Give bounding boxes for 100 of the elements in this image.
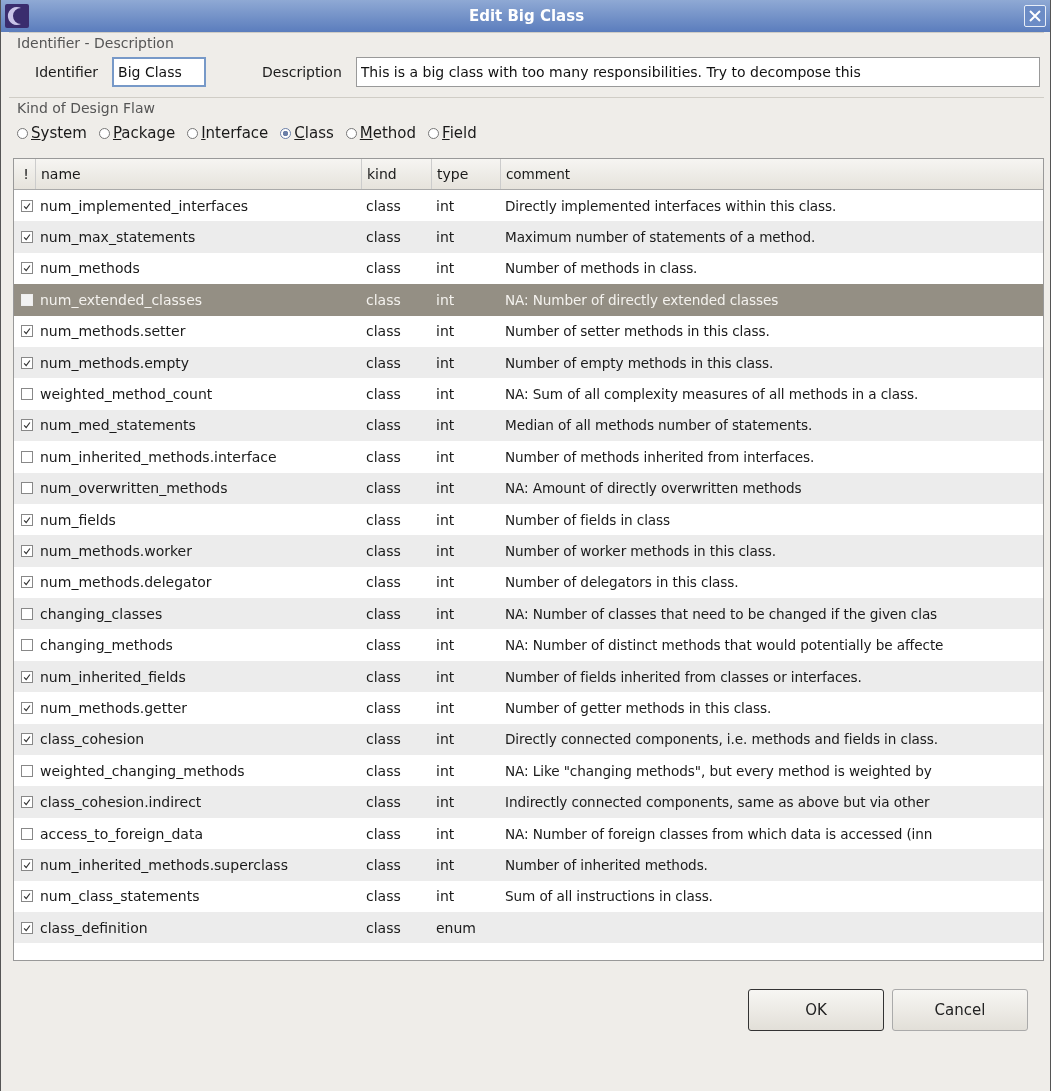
table-cell-text: class — [365, 511, 402, 528]
description-field[interactable]: This is a big class with too many responsibilities. Try to decompose this — [355, 57, 1040, 87]
table-cell-text: changing_methods — [39, 637, 174, 654]
table-cell-text: num_methods.delegator — [39, 574, 213, 591]
checkbox[interactable] — [20, 325, 33, 338]
checkbox[interactable] — [20, 701, 33, 714]
radio-label[interactable]: Field — [442, 124, 477, 142]
table-cell-text: num_med_statements — [39, 417, 197, 434]
table-cell-text: Number of methods in class. — [504, 260, 699, 277]
table-cell-text: class — [365, 260, 402, 277]
table-row[interactable]: num_max_statements class int Maximum number of statements of a method. — [14, 221, 1043, 253]
checkbox[interactable] — [20, 419, 33, 432]
table-cell-text: int — [435, 699, 456, 716]
table-row[interactable]: class_cohesion.indirect class int Indirectly connected components, same as above but via other — [14, 786, 1043, 818]
radio-button[interactable] — [345, 127, 357, 139]
table-cell-text: NA: Number of directly extended classes — [504, 291, 780, 308]
table-cell-text: int — [435, 480, 456, 497]
table-cell-text: num_methods.worker — [39, 543, 193, 559]
table-row[interactable]: num_med_statements class int Median of all methods number of statements. — [14, 409, 1043, 442]
checkbox[interactable] — [20, 482, 33, 495]
table-cell-text: int — [435, 825, 456, 842]
close-button[interactable] — [1024, 5, 1046, 27]
checkbox[interactable] — [20, 764, 33, 777]
checkbox[interactable] — [20, 545, 33, 557]
table-cell-text: class — [365, 856, 402, 873]
column-header[interactable]: kind — [362, 159, 432, 189]
table-row[interactable]: num_methods.empty class int Number of empty methods in this class. — [14, 346, 1043, 379]
table-cell-text: class — [365, 480, 402, 497]
radio-button[interactable] — [280, 127, 292, 139]
checkbox[interactable] — [20, 796, 33, 809]
table-cell-text: Number of fields inherited from classes or interfaces. — [504, 668, 863, 685]
checkbox[interactable] — [20, 356, 33, 369]
checkbox[interactable] — [20, 733, 33, 746]
table-cell-text: int — [435, 511, 456, 528]
checkbox[interactable] — [20, 607, 33, 620]
table-cell-text: num_overwritten_methods — [39, 480, 229, 497]
table-row[interactable]: class_cohesion class int Directly connected components, i.e. methods and fields in class. — [14, 723, 1043, 756]
table-cell-text: num_class_statements — [39, 888, 201, 905]
checkbox[interactable] — [20, 890, 33, 903]
checkbox[interactable] — [20, 670, 33, 683]
checkbox[interactable] — [20, 858, 33, 871]
column-header[interactable]: comment — [501, 159, 1043, 189]
radio-button[interactable] — [98, 127, 110, 139]
checkbox[interactable] — [20, 231, 33, 244]
dialog-button[interactable]: Cancel — [892, 989, 1028, 1031]
table-cell-text: NA: Sum of all complexity measures of all methods in a class. — [504, 386, 920, 403]
table-cell-text: class — [365, 762, 402, 779]
column-header[interactable]: type — [432, 159, 501, 189]
table-cell-text: Sum of all instructions in class. — [504, 888, 714, 905]
checkbox[interactable] — [20, 199, 33, 212]
group-title: Kind of Design Flaw — [17, 100, 155, 116]
table-cell-text: int — [435, 574, 456, 591]
radio-label[interactable]: Class — [294, 124, 334, 142]
table-row[interactable]: class_definition class enum — [14, 912, 1043, 944]
group-title: Identifier - Description — [17, 35, 174, 51]
dialog-button[interactable]: OK — [748, 989, 884, 1031]
radio-label[interactable]: System — [31, 124, 87, 142]
close-icon[interactable] — [1029, 10, 1041, 22]
table-cell-text: class — [365, 417, 402, 434]
checkbox[interactable] — [20, 827, 33, 840]
checkbox[interactable] — [20, 513, 33, 526]
column-header[interactable]: ! — [14, 159, 36, 189]
table-cell-text: int — [435, 762, 456, 779]
checkbox[interactable] — [20, 921, 33, 934]
table-cell-text: Number of getter methods in this class. — [504, 699, 773, 716]
table-cell-text: class — [365, 731, 402, 748]
table-row[interactable]: num_inherited_fields class int Number of fields inherited from classes or interfaces. — [14, 660, 1043, 693]
table-cell-text: NA: Number of classes that need to be changed if the given clas — [504, 605, 939, 622]
table-row[interactable]: changing_classes class int NA: Number of classes that need to be changed if the given clas — [14, 598, 1043, 630]
table-cell-text: class_cohesion.indirect — [39, 794, 203, 811]
checkbox[interactable] — [20, 388, 33, 401]
radio-button[interactable] — [428, 127, 440, 139]
radio-label[interactable]: Interface — [201, 124, 269, 142]
table-cell-text: int — [435, 291, 456, 308]
radio-label[interactable]: Method — [359, 124, 417, 142]
table-cell-text: int — [435, 731, 456, 748]
identifier-field[interactable]: Big Class — [112, 57, 207, 87]
table-cell-text: class — [365, 386, 402, 403]
table-cell-text: class — [365, 668, 402, 685]
table-cell-text: num_methods — [39, 260, 141, 277]
checkbox[interactable] — [20, 262, 33, 275]
checkbox[interactable] — [20, 639, 33, 652]
radio-button[interactable] — [187, 127, 199, 139]
table-cell-text: NA: Amount of directly overwritten methods — [504, 480, 803, 497]
table-cell-text: int — [435, 260, 456, 277]
table-cell-text: Indirectly connected components, same as above but via other — [504, 794, 931, 811]
table-cell-text: num_methods.getter — [39, 699, 189, 716]
radio-button[interactable] — [17, 127, 28, 139]
table-cell-text: int — [435, 197, 456, 214]
table-cell-text: num_implemented_interfaces — [39, 197, 250, 214]
window-title: Edit Big Class — [467, 7, 586, 25]
table-row[interactable]: num_methods.worker class int Number of worker methods in this class. — [14, 535, 1043, 567]
checkbox[interactable] — [20, 576, 33, 589]
checkbox[interactable] — [20, 450, 33, 463]
table-row[interactable]: num_overwritten_methods class int NA: Amount of directly overwritten methods — [14, 472, 1043, 504]
table-cell-text: class_cohesion — [39, 731, 146, 748]
table-cell-text: changing_classes — [39, 605, 164, 622]
column-header[interactable]: name — [36, 159, 362, 189]
table-row[interactable]: num_inherited_methods.superclass class int Number of inherited methods. — [14, 849, 1043, 881]
radio-label[interactable]: Package — [112, 124, 176, 142]
